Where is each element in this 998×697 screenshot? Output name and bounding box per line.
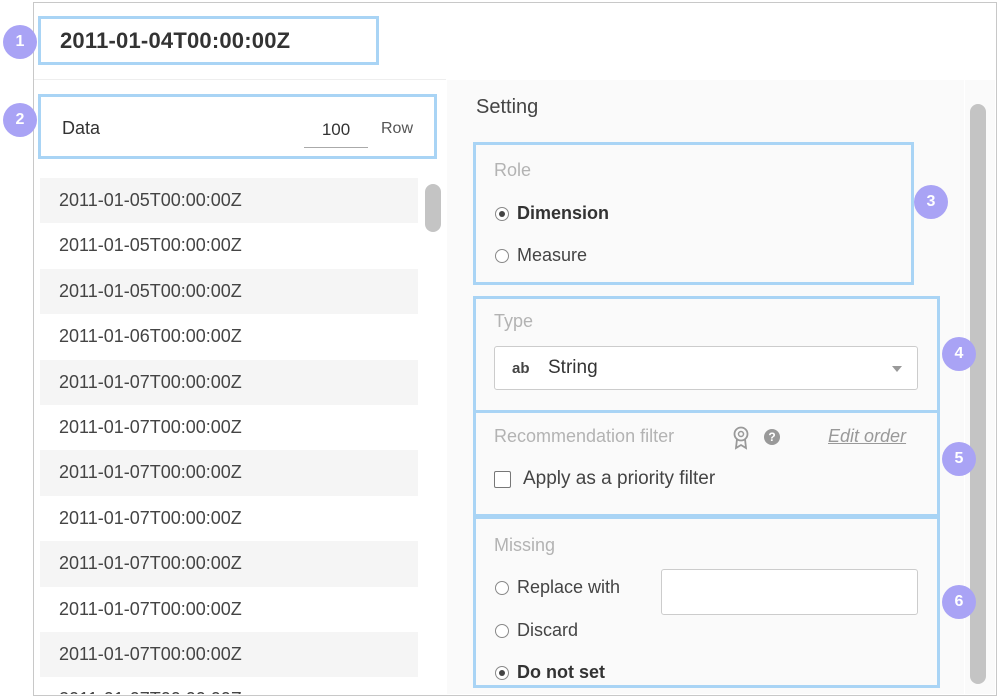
callout-box-2: [38, 94, 437, 159]
setting-title: Setting: [476, 96, 539, 118]
list-item: 2011-01-07T00:00:00Z: [40, 495, 418, 542]
list-item: 2011-01-07T00:00:00Z: [40, 631, 418, 678]
data-list[interactable]: 2011-01-05T00:00:00Z 2011-01-05T00:00:00…: [40, 178, 418, 694]
callout-badge-5: 5: [942, 442, 976, 476]
callout-box-4: [473, 296, 940, 413]
list-item: 2011-01-07T00:00:00Z: [40, 404, 418, 451]
list-item: 2011-01-05T00:00:00Z: [40, 178, 418, 224]
callout-box-6: [473, 516, 940, 688]
list-scrollbar[interactable]: [425, 184, 441, 232]
callout-badge-4: 4: [942, 337, 976, 371]
callout-badge-6: 6: [942, 585, 976, 619]
callout-box-5: [473, 410, 940, 517]
list-item: 2011-01-07T00:00:00Z: [40, 586, 418, 632]
list-item: 2011-01-07T00:00:00Z: [40, 677, 418, 694]
callout-badge-3: 3: [914, 185, 948, 219]
callout-box-3: [473, 142, 914, 285]
list-item: 2011-01-05T00:00:00Z: [40, 268, 418, 315]
list-item: 2011-01-05T00:00:00Z: [40, 223, 418, 269]
divider: [34, 79, 446, 80]
callout-badge-2: 2: [3, 103, 37, 137]
list-item: 2011-01-07T00:00:00Z: [40, 450, 418, 496]
list-item: 2011-01-07T00:00:00Z: [40, 541, 418, 587]
list-item: 2011-01-07T00:00:00Z: [40, 359, 418, 405]
list-item: 2011-01-06T00:00:00Z: [40, 314, 418, 360]
callout-box-1: [38, 16, 379, 65]
callout-badge-1: 1: [3, 25, 37, 59]
